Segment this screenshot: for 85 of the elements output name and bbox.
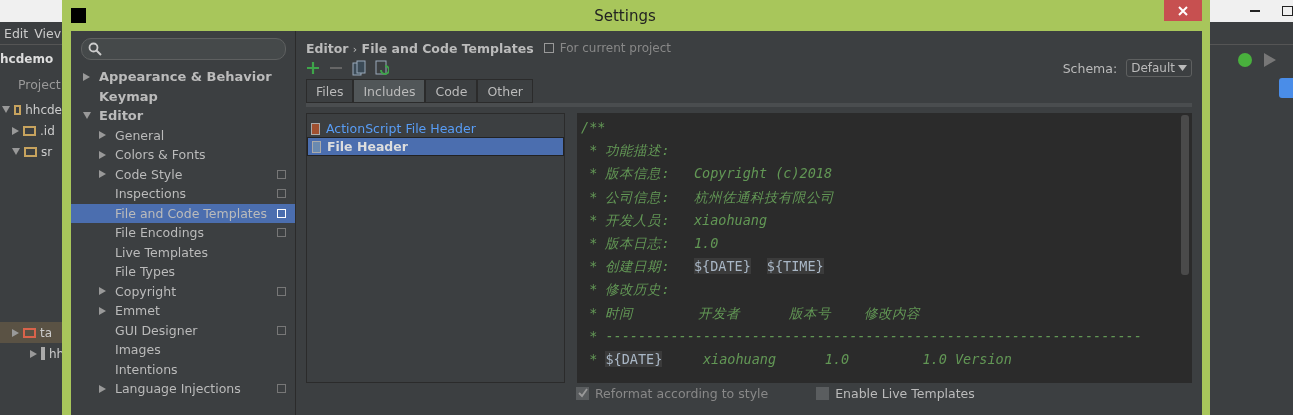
menu-item[interactable]: Edit — [4, 25, 29, 41]
tab[interactable]: Other — [477, 79, 533, 103]
settings-page[interactable]: General — [71, 125, 295, 145]
code-line: * 创建日期: ${DATE} ${TIME} — [588, 258, 824, 277]
checkmark-icon — [577, 388, 588, 398]
settings-page[interactable]: Images — [71, 340, 295, 360]
close-button[interactable] — [1164, 0, 1202, 21]
expand-arrow-icon[interactable] — [99, 170, 106, 179]
settings-category[interactable]: Appearance & Behavior — [71, 67, 295, 87]
project-tool-tab[interactable]: Project — [18, 76, 61, 92]
file-icon — [311, 122, 320, 135]
folder-icon — [23, 327, 36, 338]
settings-page[interactable]: Colors & Fonts — [71, 145, 295, 165]
tree-item[interactable]: .id — [0, 120, 62, 141]
folder-icon — [23, 125, 36, 136]
code-line: * 版本日志: 1.0 — [588, 234, 719, 253]
expand-arrow-icon[interactable] — [12, 126, 19, 135]
tab[interactable]: Files — [306, 79, 354, 103]
settings-page[interactable]: Inspections — [71, 184, 295, 204]
menu-item[interactable]: Viev — [34, 25, 62, 41]
code-line: * 公司信息: 杭州佐通科技有限公司 — [588, 188, 834, 207]
project-copy-icon — [277, 286, 286, 296]
code-line: * 时间 开发者 版本号 修改内容 — [588, 304, 920, 323]
close-icon — [1178, 5, 1188, 16]
tab[interactable]: Code — [425, 79, 478, 103]
settings-page[interactable]: Intentions — [71, 359, 295, 379]
settings-page[interactable]: File Encodings — [71, 223, 295, 243]
project-copy-icon — [277, 384, 286, 394]
tree-item[interactable]: hhcde — [0, 99, 62, 120]
settings-page[interactable]: Code Style — [71, 164, 295, 184]
project-name[interactable]: hcdemo — [0, 52, 54, 66]
expand-arrow-icon[interactable] — [99, 150, 106, 159]
scrollbar[interactable] — [1181, 115, 1189, 275]
expand-arrow-icon[interactable] — [12, 148, 20, 155]
file-icon — [312, 140, 321, 153]
project-copy-icon — [543, 43, 554, 53]
app-logo-icon — [71, 8, 86, 23]
settings-page[interactable]: Language Injections — [71, 379, 295, 399]
tree-item[interactable]: sr — [0, 141, 62, 162]
template-item[interactable]: ActionScript File Header — [307, 120, 564, 137]
settings-page[interactable]: Live Templates — [71, 242, 295, 262]
expand-arrow-icon[interactable] — [99, 131, 106, 140]
settings-page[interactable]: Copyright — [71, 281, 295, 301]
breadcrumb: Editor › File and Code Templates — [306, 40, 534, 56]
template-item[interactable]: File Header — [307, 137, 564, 156]
option-checkbox[interactable]: Enable Live Templates — [816, 385, 975, 401]
expand-arrow-icon[interactable] — [83, 72, 90, 81]
code-line: * 修改历史: — [588, 281, 670, 300]
expand-arrow-icon[interactable] — [30, 349, 37, 358]
expand-arrow-icon[interactable] — [99, 384, 106, 393]
restore-icon[interactable] — [1282, 6, 1293, 16]
schema-dropdown[interactable]: Default — [1126, 59, 1192, 77]
settings-page[interactable]: GUI Designer — [71, 320, 295, 340]
expand-arrow-icon[interactable] — [99, 306, 106, 315]
window-titlebar — [0, 0, 62, 22]
settings-category[interactable]: Keymap — [71, 86, 295, 106]
search-field[interactable] — [81, 38, 286, 60]
dropdown-arrow-icon — [1178, 65, 1187, 71]
scope-label: For current project — [559, 41, 671, 55]
expand-arrow-icon[interactable] — [2, 106, 10, 113]
folder-icon — [41, 347, 45, 360]
folder-icon — [24, 146, 37, 157]
settings-page[interactable]: Emmet — [71, 301, 295, 321]
code-line: * ${DATE} xiaohuang 1.0 1.0 Version — [588, 350, 1012, 369]
settings-page[interactable]: File Types — [71, 262, 295, 282]
tab[interactable]: Includes — [353, 79, 426, 103]
project-copy-icon — [277, 325, 286, 335]
schema-label: Schema: — [1062, 60, 1118, 76]
expand-arrow-icon[interactable] — [12, 328, 19, 337]
code-line: * 开发人员: xiaohuang — [588, 211, 768, 230]
code-line: * 版本信息: Copyright (c)2018 — [588, 165, 833, 184]
code-line: * 功能描述: — [588, 142, 670, 161]
code-line: * ------------------------------------------------------------------ — [588, 327, 1142, 346]
expand-arrow-icon[interactable] — [99, 287, 106, 296]
settings-category[interactable]: Editor — [71, 106, 295, 126]
code-line: /** — [581, 119, 606, 137]
template-editor[interactable] — [577, 113, 1192, 383]
reset-icon[interactable] — [375, 60, 389, 76]
folder-icon — [14, 104, 22, 115]
search-icon — [88, 42, 102, 56]
window-title: Settings — [593, 6, 657, 25]
add-icon[interactable] — [306, 61, 320, 75]
tree-item[interactable]: ta — [0, 322, 62, 343]
copy-icon[interactable] — [352, 60, 366, 76]
expand-arrow-icon[interactable] — [83, 112, 91, 120]
